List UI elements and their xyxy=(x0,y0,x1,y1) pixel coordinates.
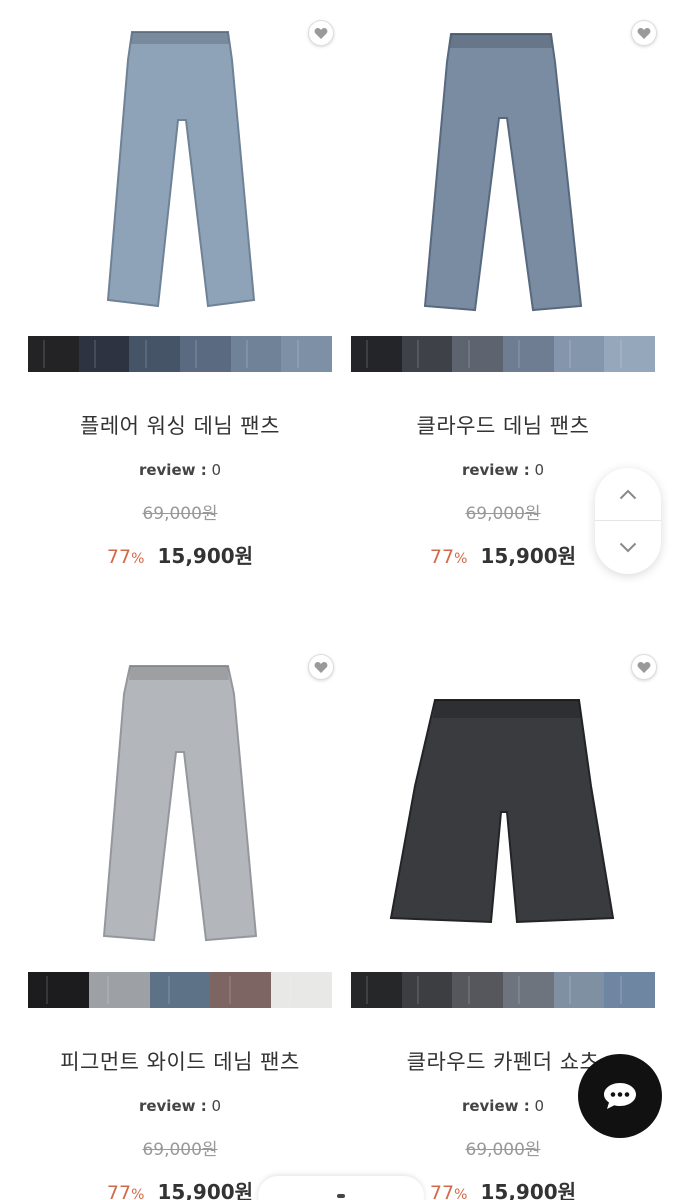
color-swatch xyxy=(28,972,89,1008)
review-value: 0 xyxy=(211,461,222,479)
color-swatches xyxy=(28,336,333,372)
chat-bubble-icon xyxy=(604,1083,636,1109)
color-swatch xyxy=(401,972,453,1008)
review-count: review : 0 xyxy=(28,461,332,479)
product-image[interactable] xyxy=(351,0,657,330)
color-swatch xyxy=(78,336,130,372)
sale-price: 15,900원 xyxy=(157,1180,254,1200)
color-swatch xyxy=(604,972,656,1008)
sale-price: 15,900원 xyxy=(480,544,577,568)
scroll-control xyxy=(595,468,661,574)
discount-rate: 77% xyxy=(429,546,468,568)
product-photo xyxy=(102,665,258,942)
product-image[interactable] xyxy=(351,636,657,966)
product-name[interactable]: 피그먼트 와이드 데님 팬츠 xyxy=(28,1046,332,1076)
color-swatches xyxy=(28,972,332,1008)
product-photo xyxy=(423,33,583,312)
scroll-divider xyxy=(595,520,661,521)
original-price: 69,000원 xyxy=(465,1140,541,1160)
color-swatch xyxy=(351,972,402,1008)
review-label: review : xyxy=(138,461,207,479)
color-swatch xyxy=(88,972,150,1008)
garment-shape xyxy=(423,33,583,312)
wishlist-button[interactable] xyxy=(631,20,657,46)
product-image[interactable] xyxy=(28,636,334,966)
product-card[interactable]: 피그먼트 와이드 데님 팬츠 review : 0 69,000원 77% 15… xyxy=(28,636,334,1200)
product-name[interactable]: 클라우드 데님 팬츠 xyxy=(351,410,655,440)
color-swatch xyxy=(503,336,554,372)
color-swatch xyxy=(281,336,333,372)
product-photo xyxy=(106,31,256,308)
color-swatch xyxy=(180,336,231,372)
color-swatch xyxy=(553,972,605,1008)
heart-icon xyxy=(637,661,651,673)
color-swatch xyxy=(28,336,79,372)
color-swatches xyxy=(351,336,656,372)
chat-button[interactable] xyxy=(578,1054,662,1138)
discount-rate: 77% xyxy=(429,1182,468,1200)
heart-icon xyxy=(314,27,328,39)
color-swatch xyxy=(401,336,453,372)
garment-shape xyxy=(389,699,615,924)
chevron-up-icon xyxy=(619,489,637,500)
garment-waistband xyxy=(129,666,229,680)
garment-waistband xyxy=(131,32,229,44)
review-value: 0 xyxy=(534,1097,545,1115)
wishlist-button[interactable] xyxy=(308,654,334,680)
review-value: 0 xyxy=(534,461,545,479)
product-image[interactable] xyxy=(28,0,334,330)
color-swatch xyxy=(149,972,211,1008)
color-swatch xyxy=(553,336,605,372)
heart-icon xyxy=(637,27,651,39)
color-swatch xyxy=(503,972,554,1008)
garment-waistband xyxy=(433,700,581,718)
color-swatch xyxy=(210,972,272,1008)
color-swatch xyxy=(604,336,656,372)
color-swatch xyxy=(271,972,332,1008)
heart-icon xyxy=(314,661,328,673)
review-count: review : 0 xyxy=(28,1097,332,1115)
color-swatch xyxy=(230,336,282,372)
product-card[interactable]: 플레어 워싱 데님 팬츠 review : 0 69,000원 77% 15,9… xyxy=(28,0,334,569)
sale-price: 15,900원 xyxy=(480,1180,577,1200)
handle-indicator xyxy=(337,1194,345,1198)
review-value: 0 xyxy=(211,1097,222,1115)
bottom-sheet-handle[interactable] xyxy=(258,1176,424,1200)
product-photo xyxy=(389,699,615,924)
color-swatch xyxy=(129,336,181,372)
garment-waistband xyxy=(450,34,552,48)
sale-price-row: 77% 15,900원 xyxy=(28,540,332,569)
garment-shape xyxy=(102,665,258,942)
color-swatch xyxy=(452,972,504,1008)
color-swatches xyxy=(351,972,656,1008)
review-label: review : xyxy=(138,1097,207,1115)
wishlist-button[interactable] xyxy=(308,20,334,46)
original-price: 69,000원 xyxy=(142,1140,218,1160)
discount-rate: 77% xyxy=(106,1182,145,1200)
review-label: review : xyxy=(461,1097,530,1115)
color-swatch xyxy=(351,336,402,372)
chevron-down-icon xyxy=(619,542,637,553)
discount-rate: 77% xyxy=(106,546,145,568)
original-price: 69,000원 xyxy=(142,504,218,524)
color-swatch xyxy=(452,336,504,372)
wishlist-button[interactable] xyxy=(631,654,657,680)
review-label: review : xyxy=(461,461,530,479)
garment-shape xyxy=(106,31,256,308)
product-name[interactable]: 플레어 워싱 데님 팬츠 xyxy=(28,410,332,440)
sale-price: 15,900원 xyxy=(157,544,254,568)
